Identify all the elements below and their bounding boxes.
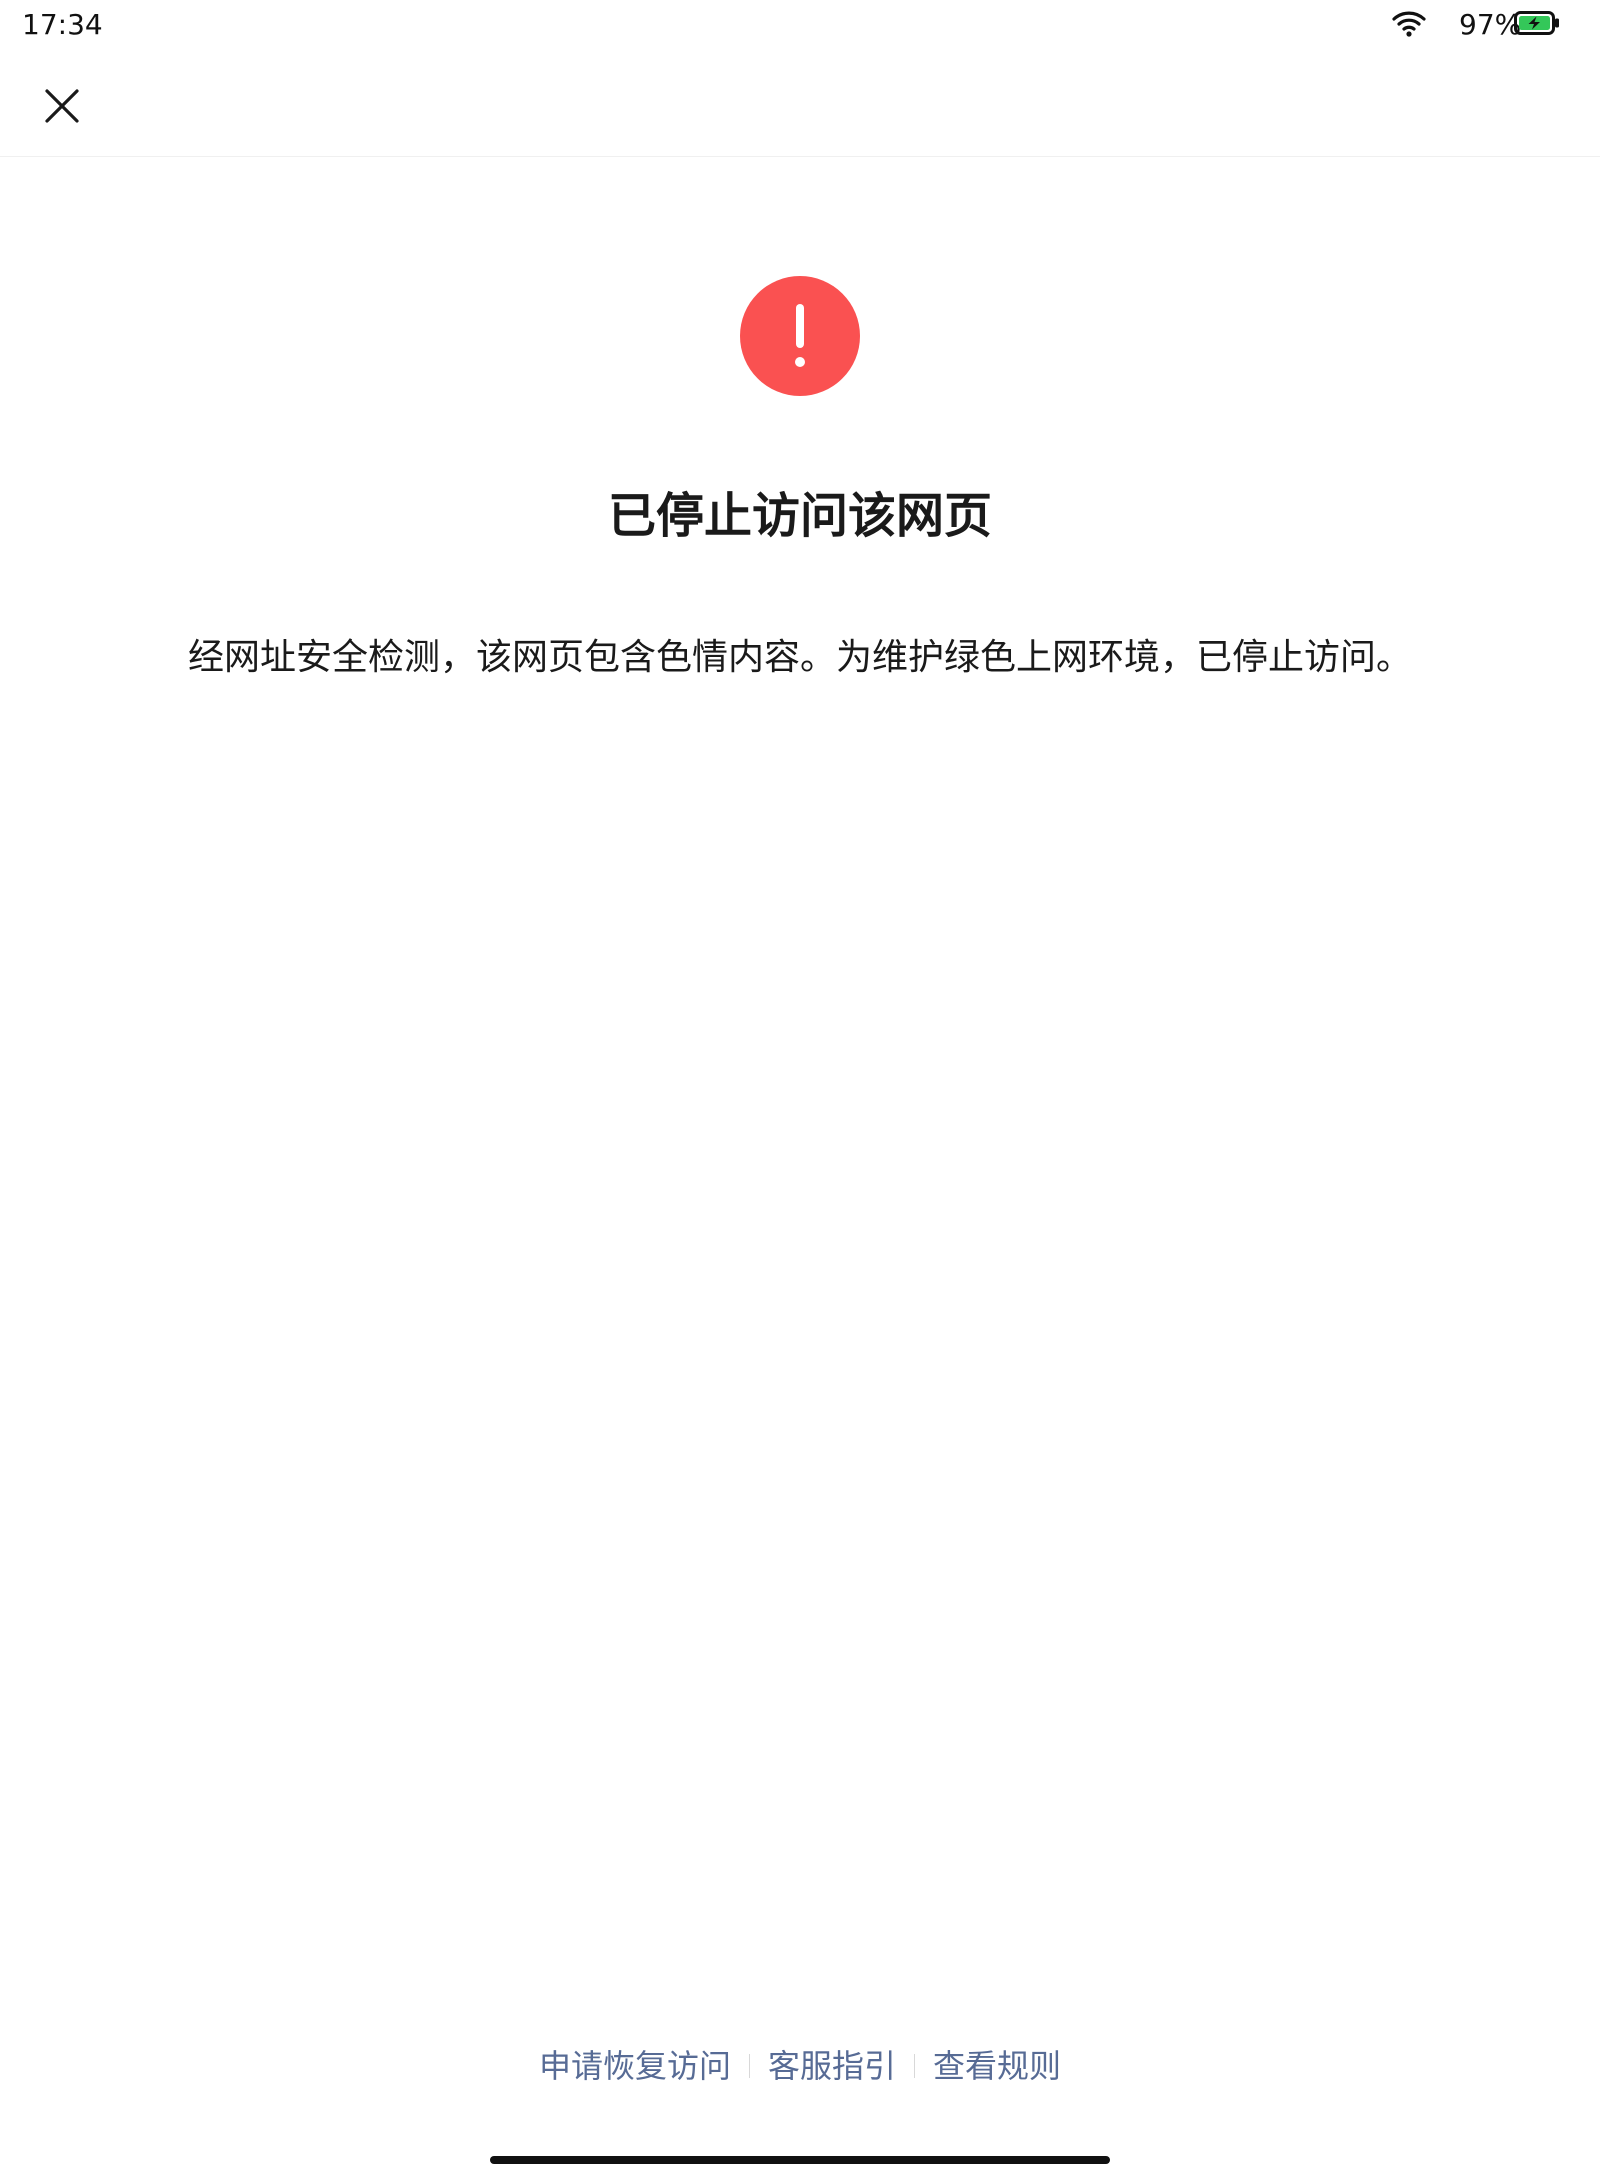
customer-service-guide-link[interactable]: 客服指引	[768, 2044, 896, 2088]
wifi-icon	[1392, 11, 1426, 37]
close-icon	[45, 89, 79, 123]
nav-bar	[0, 50, 1600, 157]
status-bar: 17:34 97%	[0, 0, 1600, 50]
footer-links: 申请恢复访问 客服指引 查看规则	[0, 2044, 1600, 2088]
status-time: 17:34	[22, 8, 103, 41]
exclamation-circle-icon	[740, 276, 860, 396]
footer-divider	[748, 2054, 750, 2078]
battery-charging-icon	[1514, 11, 1559, 35]
exclamation-bar	[796, 304, 804, 348]
request-restore-access-link[interactable]: 申请恢复访问	[539, 2044, 731, 2088]
blocked-message: 经网址安全检测，该网页包含色情内容。为维护绿色上网环境，已停止访问。	[187, 637, 1412, 678]
page-title: 已停止访问该网页	[607, 488, 992, 544]
exclamation-dot	[795, 357, 805, 367]
footer-divider	[914, 2054, 915, 2078]
view-rules-link[interactable]: 查看规则	[933, 2044, 1061, 2088]
battery-percent: 97%	[1459, 8, 1522, 41]
home-indicator[interactable]	[490, 2156, 1110, 2164]
close-button[interactable]	[34, 78, 90, 134]
